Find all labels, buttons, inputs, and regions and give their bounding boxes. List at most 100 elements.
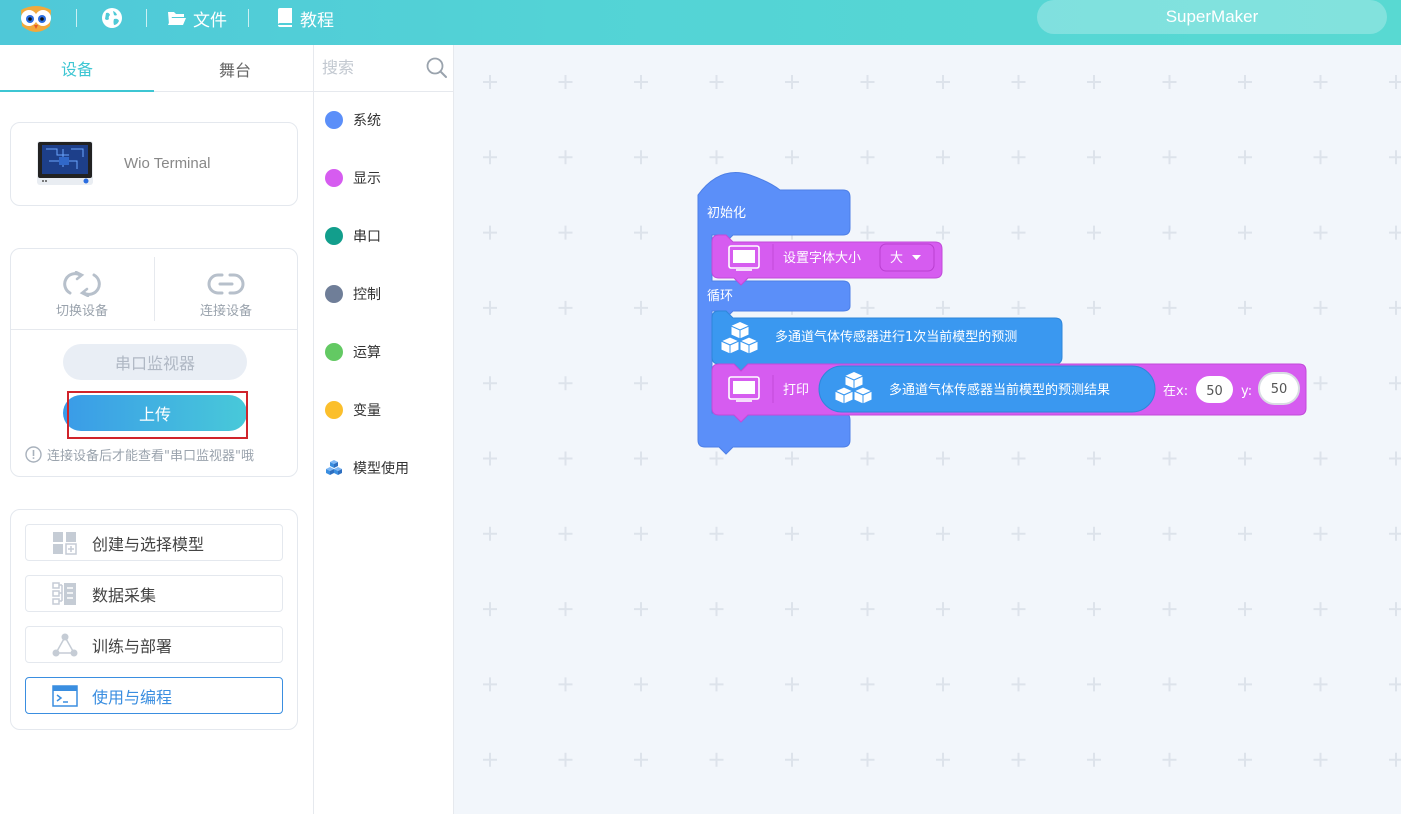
category-display-dot	[325, 169, 343, 187]
grid-plus-mark	[860, 225, 875, 240]
tutorial-menu[interactable]: 教程	[276, 6, 334, 31]
grid-plus-mark	[1313, 752, 1328, 767]
grid-plus-mark	[936, 150, 950, 165]
grid-plus-mark	[709, 677, 724, 692]
loop-label: 循环	[707, 289, 733, 304]
globe-icon[interactable]	[100, 6, 124, 30]
tutorial-menu-label: 教程	[300, 10, 334, 31]
topbar-separator	[146, 9, 147, 27]
flow-train-deploy-label: 训练与部署	[92, 636, 173, 656]
grid-plus-mark	[1011, 75, 1026, 89]
grid-plus-mark	[785, 602, 799, 617]
grid-plus-mark	[483, 602, 497, 617]
category-label: 变量	[353, 403, 381, 419]
workflow-card: 创建与选择模型 数据采集 训练与部署 使用与编程	[10, 509, 298, 730]
search-input[interactable]	[322, 53, 422, 81]
grid-plus-mark	[1389, 602, 1401, 617]
predict-block[interactable]: 多通道气体传感器进行1次当前模型的预测	[711, 310, 1063, 372]
grid-plus-mark	[1011, 526, 1026, 541]
grid-plus-mark	[1011, 752, 1026, 767]
grid-plus-mark	[1313, 150, 1328, 165]
grid-plus-mark	[860, 150, 875, 165]
grid-plus-mark	[558, 225, 573, 240]
grid-plus-mark	[709, 451, 724, 466]
grid-plus-mark	[558, 602, 573, 617]
grid-plus-mark	[1313, 451, 1328, 466]
flow-use-program[interactable]: 使用与编程	[25, 677, 283, 714]
tab-device[interactable]: 设备	[0, 45, 154, 92]
topbar-separator	[248, 9, 249, 27]
owl-logo-icon[interactable]	[18, 4, 54, 36]
grid-plus-mark	[709, 526, 724, 541]
grid-plus-mark	[1313, 376, 1328, 391]
grid-plus-mark	[634, 752, 648, 767]
cubes-icon	[326, 460, 342, 475]
at-x-label: 在x:	[1163, 384, 1188, 399]
grid-plus-mark	[483, 376, 497, 391]
model-grid-icon	[52, 531, 78, 555]
grid-plus-mark	[1389, 526, 1401, 541]
category-model-use[interactable]: 模型使用	[325, 456, 409, 480]
link-icon	[207, 273, 245, 295]
serial-monitor-button[interactable]: 串口监视器	[63, 344, 247, 380]
category-label: 控制	[353, 287, 381, 303]
print-block[interactable]: 打印 多通道气体传感器当前模型的预测结果 在x: 50 y: 50	[711, 363, 1307, 423]
top-bar: 文件 教程 SuperMaker	[0, 0, 1401, 45]
grid-plus-mark	[785, 75, 799, 89]
grid-plus-mark	[1238, 300, 1252, 315]
flow-data-collection[interactable]: 数据采集	[25, 575, 283, 612]
category-operators[interactable]: 运算	[325, 340, 381, 364]
grid-plus-mark	[1389, 376, 1401, 391]
category-variables[interactable]: 变量	[325, 398, 381, 422]
category-control[interactable]: 控制	[325, 282, 381, 306]
grid-plus-mark	[1011, 150, 1026, 165]
grid-plus-mark	[1238, 150, 1252, 165]
user-account-button[interactable]: SuperMaker	[1037, 0, 1387, 34]
grid-plus-mark	[1238, 602, 1252, 617]
y-label: y:	[1241, 384, 1252, 399]
search-icon[interactable]	[426, 57, 448, 79]
grid-plus-mark	[1162, 752, 1177, 767]
switch-device-button[interactable]: 切换设备	[11, 259, 153, 319]
category-label: 模型使用	[353, 461, 409, 477]
workspace-canvas[interactable]: 初始化 循环 设置字体大小 大 多通道气体传感器进行1次当前模型的预测 打印 多…	[454, 45, 1401, 814]
connection-card: 切换设备 连接设备 串口监视器 上传 连接设备后才能查看"串口监视器"哦	[10, 248, 298, 477]
file-menu[interactable]: 文件	[167, 6, 227, 31]
init-label: 初始化	[707, 206, 746, 221]
connection-hint: 连接设备后才能查看"串口监视器"哦	[25, 445, 254, 464]
grid-plus-mark	[1313, 225, 1328, 240]
upload-button[interactable]: 上传	[63, 395, 247, 431]
grid-plus-mark	[1389, 752, 1401, 767]
grid-plus-mark	[1011, 300, 1026, 315]
grid-plus-mark	[1087, 451, 1101, 466]
flow-create-model[interactable]: 创建与选择模型	[25, 524, 283, 561]
grid-plus-mark	[785, 677, 799, 692]
grid-plus-mark	[709, 75, 724, 89]
switch-device-label: 切换设备	[55, 304, 108, 319]
flow-data-collection-label: 数据采集	[92, 585, 157, 605]
grid-plus-mark	[785, 451, 799, 466]
tab-stage[interactable]: 舞台	[158, 45, 312, 92]
set-font-size-block[interactable]: 设置字体大小 大	[711, 234, 943, 286]
flow-train-deploy[interactable]: 训练与部署	[25, 626, 283, 663]
connect-device-button[interactable]: 连接设备	[155, 259, 297, 319]
grid-plus-mark	[483, 677, 497, 692]
font-size-dropdown[interactable]	[879, 243, 935, 272]
category-label: 运算	[353, 345, 381, 361]
grid-plus-mark	[1238, 526, 1252, 541]
grid-plus-mark	[558, 677, 573, 692]
grid-plus-mark	[558, 526, 573, 541]
category-label: 系统	[353, 113, 381, 129]
category-label: 显示	[353, 171, 381, 187]
code-workspace[interactable]: 初始化 循环 设置字体大小 大 多通道气体传感器进行1次当前模型的预测 打印 多…	[454, 45, 1401, 814]
device-card[interactable]: Wio Terminal	[10, 122, 298, 206]
grid-plus-mark	[1238, 677, 1252, 692]
category-system[interactable]: 系统	[325, 108, 381, 132]
grid-plus-mark	[1162, 526, 1177, 541]
category-serial[interactable]: 串口	[325, 224, 381, 248]
category-display[interactable]: 显示	[325, 166, 381, 190]
grid-plus-mark	[634, 451, 648, 466]
category-serial-dot	[325, 227, 343, 245]
print-label: 打印	[783, 383, 809, 398]
grid-plus-mark	[1087, 526, 1101, 541]
